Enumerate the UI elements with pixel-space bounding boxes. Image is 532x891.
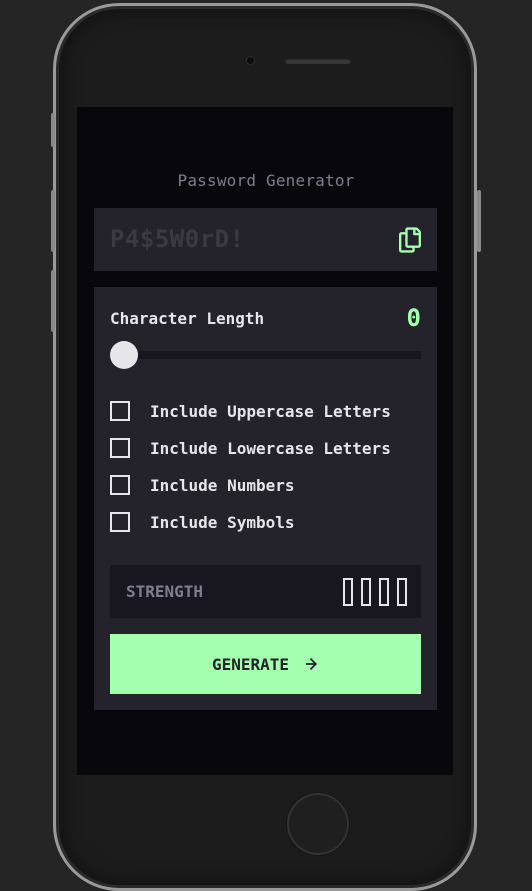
strength-label: STRENGTH (126, 582, 204, 601)
option-uppercase[interactable]: Include Uppercase Letters (110, 399, 391, 423)
character-length-label: Character Length (110, 309, 265, 328)
generate-button[interactable]: GENERATE (110, 634, 421, 694)
strength-meter: STRENGTH (110, 565, 421, 618)
front-camera (247, 57, 254, 64)
volume-up-button (51, 190, 55, 252)
length-slider-track[interactable] (110, 351, 421, 359)
generator-panel: Character Length 0 Include Uppercase Let… (94, 287, 437, 710)
password-output: P4$5W0rD! (110, 225, 245, 253)
earpiece-speaker (285, 58, 351, 64)
copy-icon[interactable] (399, 227, 421, 253)
arrow-right-icon (306, 658, 318, 670)
length-slider-thumb[interactable] (110, 341, 138, 369)
strength-bar-2 (361, 578, 371, 606)
numbers-label: Include Numbers (150, 475, 295, 495)
strength-bar-1 (343, 578, 353, 606)
symbols-label: Include Symbols (150, 512, 295, 532)
strength-bar-4 (397, 578, 407, 606)
strength-bars (343, 578, 407, 606)
strength-bar-3 (379, 578, 389, 606)
home-button[interactable] (287, 793, 349, 855)
option-numbers[interactable]: Include Numbers (110, 473, 295, 497)
lowercase-checkbox[interactable] (110, 438, 130, 458)
app-title: Password Generator (177, 171, 355, 190)
power-button (477, 190, 481, 252)
symbols-checkbox[interactable] (110, 512, 130, 532)
option-lowercase[interactable]: Include Lowercase Letters (110, 436, 391, 460)
uppercase-checkbox[interactable] (110, 401, 130, 421)
option-symbols[interactable]: Include Symbols (110, 510, 295, 534)
volume-down-button (51, 270, 55, 332)
mute-switch (51, 113, 55, 147)
numbers-checkbox[interactable] (110, 475, 130, 495)
password-display: P4$5W0rD! (94, 208, 437, 271)
character-length-value: 0 (406, 304, 421, 332)
generate-label: GENERATE (211, 654, 290, 674)
uppercase-label: Include Uppercase Letters (150, 401, 391, 421)
lowercase-label: Include Lowercase Letters (150, 438, 391, 458)
